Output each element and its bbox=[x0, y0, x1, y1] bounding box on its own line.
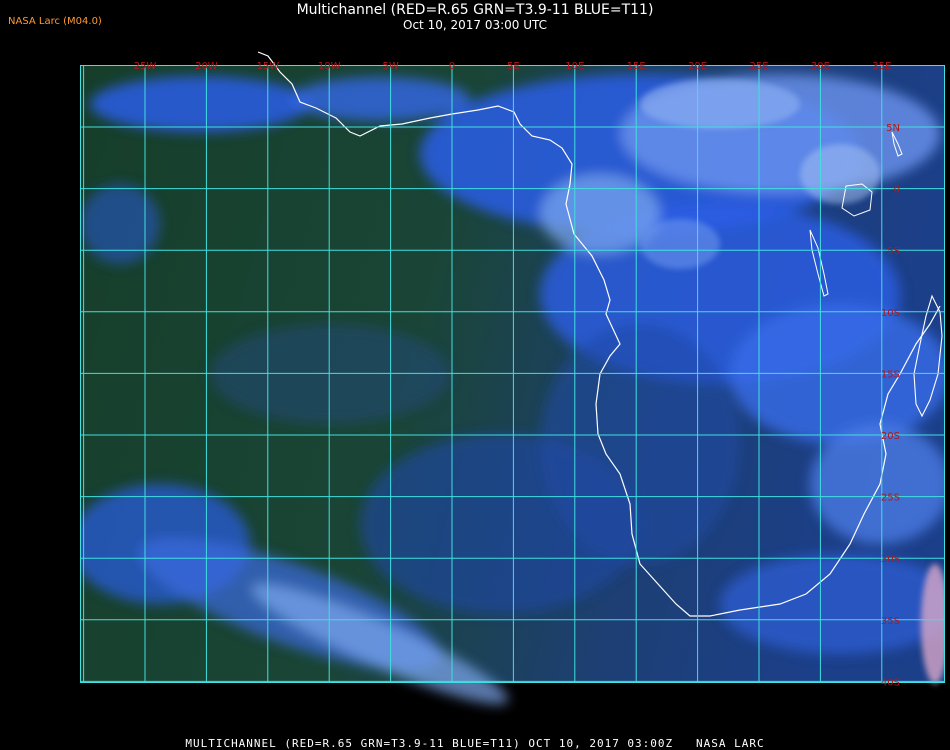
latitude-label: 30S bbox=[881, 554, 900, 565]
longitude-label: 15E bbox=[627, 61, 646, 72]
latitude-label: 0 bbox=[894, 185, 900, 196]
satellite-map: 25W 20W 15W 10W 5W 0 5E 10E 15E 20E 25E 30E 35E 5N 0 5S… bbox=[80, 44, 945, 727]
longitude-label: 5W bbox=[382, 61, 398, 72]
longitude-label: 10W bbox=[318, 61, 341, 72]
map-bottom-band bbox=[80, 682, 945, 727]
longitude-label: 25W bbox=[134, 61, 157, 72]
longitude-label: 5E bbox=[507, 61, 520, 72]
latitude-label: 25S bbox=[881, 493, 900, 504]
image-timestamp: Oct 10, 2017 03:00 UTC bbox=[403, 18, 547, 32]
longitude-label: 10E bbox=[565, 61, 584, 72]
latitude-label: 5S bbox=[887, 246, 900, 257]
latitude-label: 35S bbox=[881, 616, 900, 627]
org-badge: NASA Larc (M04.0) bbox=[8, 16, 102, 27]
map-canvas: 25W 20W 15W 10W 5W 0 5E 10E 15E 20E 25E 30E 35E 5N 0 5S… bbox=[80, 51, 945, 727]
longitude-label: 20W bbox=[195, 61, 218, 72]
latitude-label: 20S bbox=[881, 431, 900, 442]
latitude-label: 10S bbox=[881, 308, 900, 319]
image-title: Multichannel (RED=R.65 GRN=T3.9-11 BLUE=… bbox=[296, 2, 654, 18]
longitude-label: 0 bbox=[449, 61, 455, 72]
longitude-label: 25E bbox=[749, 61, 768, 72]
longitude-label: 35E bbox=[872, 61, 891, 72]
longitude-label: 30E bbox=[811, 61, 830, 72]
longitude-label: 20E bbox=[688, 61, 707, 72]
footer-caption: MULTICHANNEL (RED=R.65 GRN=T3.9-11 BLUE=… bbox=[185, 737, 765, 750]
latitude-label: 40S bbox=[881, 677, 900, 688]
longitude-label: 15W bbox=[256, 61, 279, 72]
latitude-label: 15S bbox=[881, 369, 900, 380]
latitude-label: 5N bbox=[886, 123, 900, 134]
